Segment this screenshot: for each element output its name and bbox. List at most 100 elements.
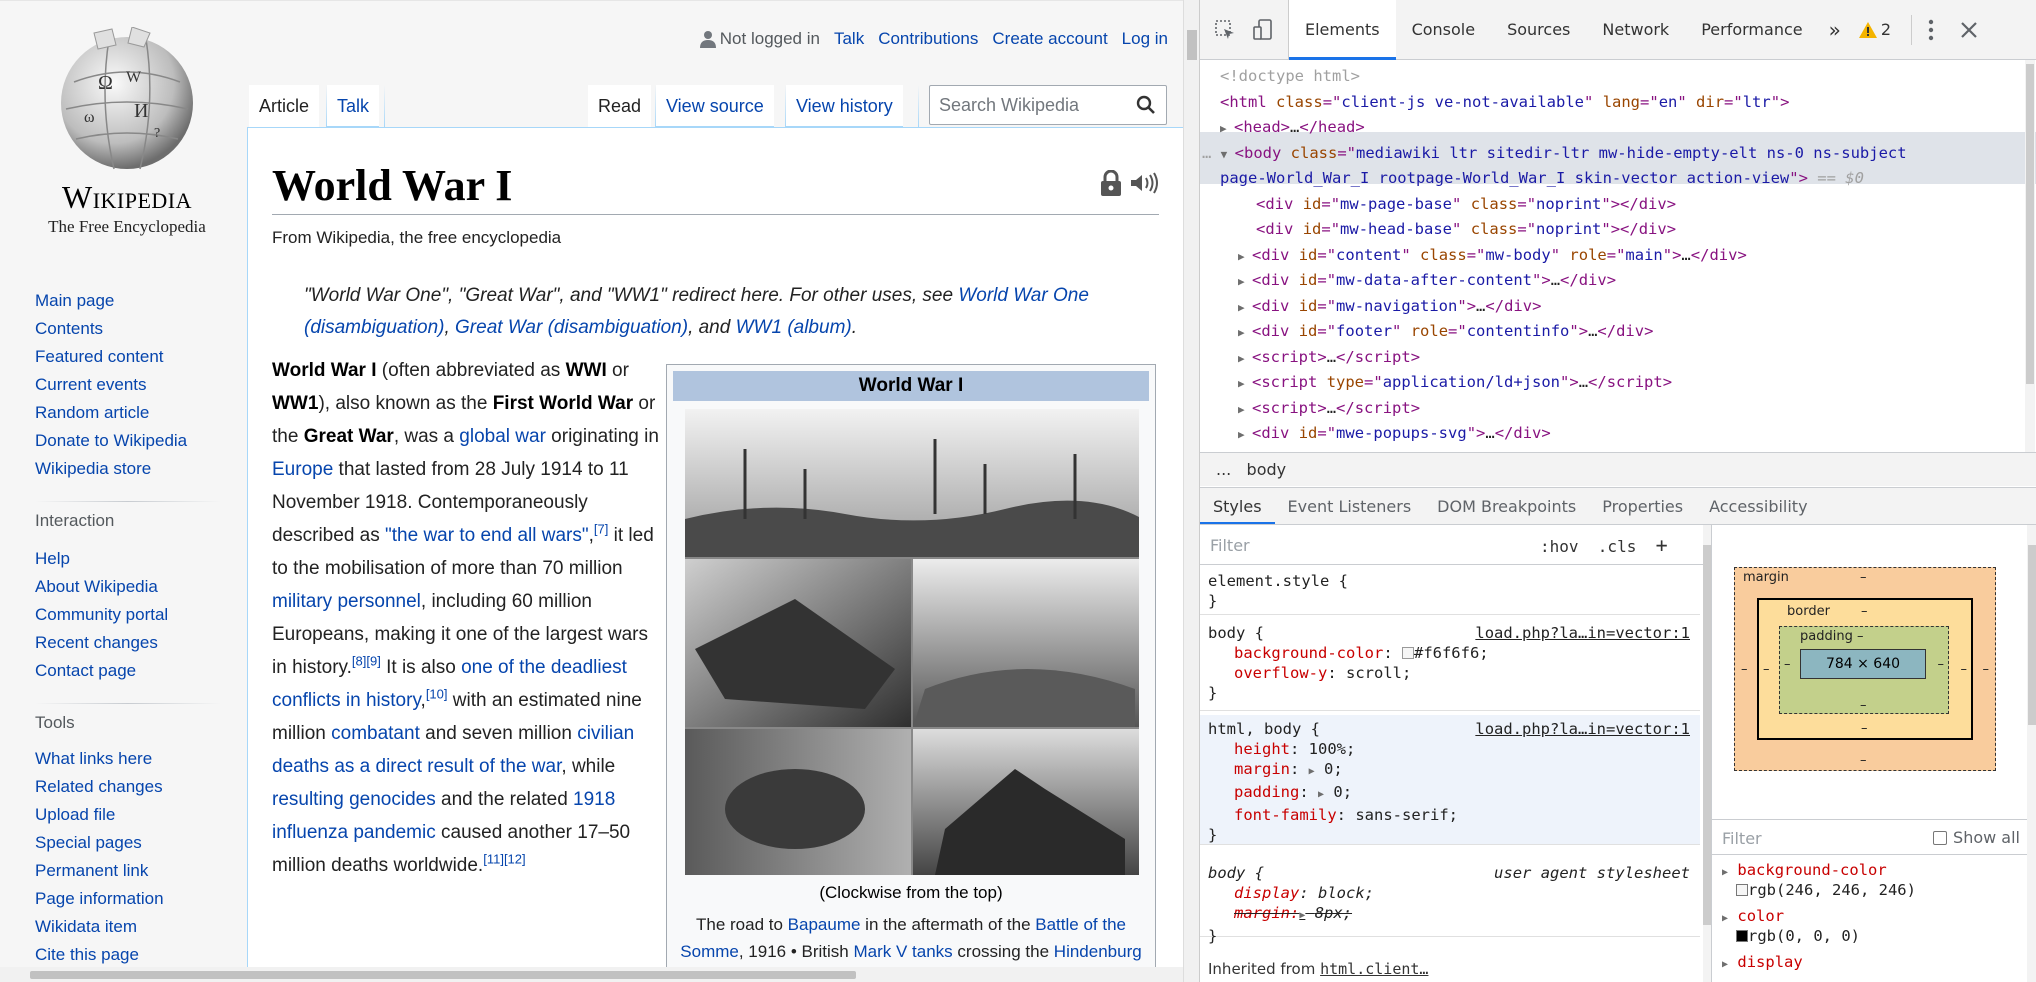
rule-declaration[interactable]: overflow-y: scroll; <box>1208 663 1692 683</box>
attribute-name[interactable]: type <box>1327 373 1364 391</box>
attribute-name[interactable]: class <box>1420 246 1467 264</box>
article-link[interactable]: global war <box>459 426 546 447</box>
subtab-event-listeners[interactable]: Event Listeners <box>1275 488 1425 524</box>
inherited-selector-link[interactable]: html.client… <box>1320 960 1428 978</box>
color-swatch[interactable] <box>1401 647 1414 659</box>
sidebar-permanent-link[interactable]: Permanent link <box>35 861 148 881</box>
horizontal-scrollbar[interactable] <box>0 967 1183 982</box>
devtools-tab-performance[interactable]: Performance <box>1685 0 1818 60</box>
attribute-name[interactable]: class <box>1276 93 1323 111</box>
hatnote-link-ww1-album[interactable]: WW1 (album) <box>736 317 852 338</box>
attribute-name[interactable]: id <box>1299 322 1318 340</box>
styles-filter-input[interactable] <box>1210 533 1510 557</box>
attribute-value[interactable]: content <box>1336 246 1401 264</box>
expand-arrow-icon[interactable]: ▶ <box>1238 371 1252 397</box>
computed-filter-input[interactable] <box>1722 826 1872 850</box>
attribute-value[interactable]: main <box>1625 246 1662 264</box>
citation-link[interactable]: [11][12] <box>483 852 525 867</box>
expand-arrow-icon[interactable]: ▶ <box>1722 867 1728 878</box>
citation-link[interactable]: [8][9] <box>352 654 381 669</box>
expand-arrow-icon[interactable]: ▶ <box>1238 320 1252 346</box>
sidebar-heading-interaction[interactable]: Interaction <box>35 511 114 531</box>
dom-node[interactable]: <div id="mw-page-base" class="noprint"><… <box>1256 192 1676 218</box>
inspect-element-icon[interactable] <box>1214 19 1236 41</box>
expand-arrow-icon[interactable]: ▶ <box>1299 910 1305 921</box>
dom-scrollbar[interactable] <box>2025 60 2035 452</box>
tab-read[interactable]: Read <box>588 85 652 127</box>
rule-declaration[interactable]: display: block; <box>1208 883 1692 903</box>
attribute-value[interactable]: application/ld+json <box>1383 373 1560 391</box>
sidebar-help[interactable]: Help <box>35 549 70 569</box>
wikipedia-logo[interactable]: Ω W И ω ? Wikipedia The Free Encyclopedi… <box>44 27 210 243</box>
attribute-value[interactable]: footer <box>1336 322 1392 340</box>
rule-declaration[interactable]: background-color: #f6f6f6; <box>1208 643 1692 663</box>
box-model-padding[interactable]: padding – – – – 784 × 640 <box>1779 626 1949 714</box>
breadcrumb-overflow[interactable]: ... <box>1216 460 1231 479</box>
sidebar-related-changes[interactable]: Related changes <box>35 777 163 797</box>
expand-arrow-icon[interactable]: ▶ <box>1238 269 1252 295</box>
styles-scrollbar[interactable] <box>1703 525 1711 982</box>
attribute-value[interactable]: noprint <box>1536 195 1601 213</box>
attribute-value[interactable]: noprint <box>1536 220 1601 238</box>
dom-node[interactable]: <html class="client-js ve-not-available"… <box>1220 90 1789 116</box>
sidebar-cite-this-page[interactable]: Cite this page <box>35 945 139 965</box>
device-toolbar-icon[interactable] <box>1252 18 1274 41</box>
scrollbar-thumb[interactable] <box>30 971 856 979</box>
sidebar-current-events[interactable]: Current events <box>35 375 147 395</box>
subtab-styles[interactable]: Styles <box>1200 488 1275 524</box>
attribute-value[interactable]: mw-head-base <box>1340 220 1452 238</box>
expand-arrow-icon[interactable]: ▶ <box>1220 116 1234 142</box>
attribute-name[interactable]: id <box>1299 271 1318 289</box>
attribute-value[interactable]: ltr <box>1743 93 1771 111</box>
box-model-margin[interactable]: margin – – – – border – – – – padding – … <box>1734 567 1996 771</box>
subtab-properties[interactable]: Properties <box>1589 488 1696 524</box>
tab-article[interactable]: Article <box>249 85 320 127</box>
scrollbar-thumb[interactable] <box>2026 64 2034 384</box>
attribute-value[interactable]: mw-body <box>1485 246 1550 264</box>
breadcrumb-body[interactable]: body <box>1247 460 1287 479</box>
sidebar-contact[interactable]: Contact page <box>35 661 136 681</box>
sidebar-store[interactable]: Wikipedia store <box>35 459 151 479</box>
sidebar-main-page[interactable]: Main page <box>35 291 114 311</box>
devtools-tab-console[interactable]: Console <box>1396 0 1492 60</box>
scrollbar-thumb[interactable] <box>1187 30 1197 60</box>
attribute-value[interactable]: contentinfo <box>1467 322 1570 340</box>
subtab-accessibility[interactable]: Accessibility <box>1696 488 1820 524</box>
devtools-tab-sources[interactable]: Sources <box>1491 0 1586 60</box>
contributions-link[interactable]: Contributions <box>878 29 978 49</box>
attribute-value[interactable]: mw-page-base <box>1340 195 1452 213</box>
devtools-tab-elements[interactable]: Elements <box>1289 0 1396 60</box>
lock-icon[interactable] <box>1099 170 1123 196</box>
hov-toggle[interactable]: :hov <box>1540 537 1579 556</box>
attribute-name[interactable]: role <box>1569 246 1606 264</box>
close-icon[interactable] <box>1960 21 1978 39</box>
log-in-link[interactable]: Log in <box>1122 29 1168 49</box>
dom-node[interactable]: ▶ <script type="application/ld+json">…</s… <box>1238 370 1672 397</box>
dom-node[interactable]: ▶ <div id="content" class="mw-body" role=… <box>1238 243 1747 270</box>
attribute-value[interactable]: mw-navigation <box>1336 297 1457 315</box>
tab-view-history[interactable]: View history <box>786 85 903 127</box>
computed-property-name-row[interactable]: ▶ display <box>1722 953 1803 971</box>
article-link[interactable]: resulting genocides <box>272 789 436 810</box>
sidebar-recent-changes[interactable]: Recent changes <box>35 633 158 653</box>
color-swatch[interactable] <box>1736 884 1748 896</box>
dom-node[interactable]: page-World_War_I rootpage-World_War_I sk… <box>1220 166 1864 192</box>
color-swatch[interactable] <box>1736 930 1748 942</box>
attribute-name[interactable]: lang <box>1603 93 1640 111</box>
computed-scrollbar[interactable] <box>2027 525 2036 982</box>
collapse-arrow-icon[interactable]: ▼ <box>1221 142 1235 168</box>
box-model-content[interactable]: 784 × 640 <box>1800 649 1926 679</box>
attribute-value[interactable]: mw-data-after-content <box>1336 271 1532 289</box>
hatnote-link-great-war[interactable]: Great War (disambiguation) <box>455 317 688 338</box>
expand-arrow-icon[interactable]: ▶ <box>1238 397 1252 423</box>
rule-source-link[interactable]: load.php?la…in=vector:1 <box>1475 623 1690 643</box>
audio-icon[interactable] <box>1129 171 1159 195</box>
article-link[interactable]: Mark V tanks <box>853 942 952 961</box>
expand-arrow-icon[interactable]: ▶ <box>1722 913 1728 924</box>
sidebar-upload-file[interactable]: Upload file <box>35 805 115 825</box>
article-link[interactable]: "the war to end all wars" <box>385 525 589 546</box>
attribute-name[interactable]: class <box>1471 195 1518 213</box>
more-tabs-button[interactable]: » <box>1819 0 1851 60</box>
attribute-value[interactable]: mwe-popups-svg <box>1336 424 1467 442</box>
sidebar-random-article[interactable]: Random article <box>35 403 149 423</box>
